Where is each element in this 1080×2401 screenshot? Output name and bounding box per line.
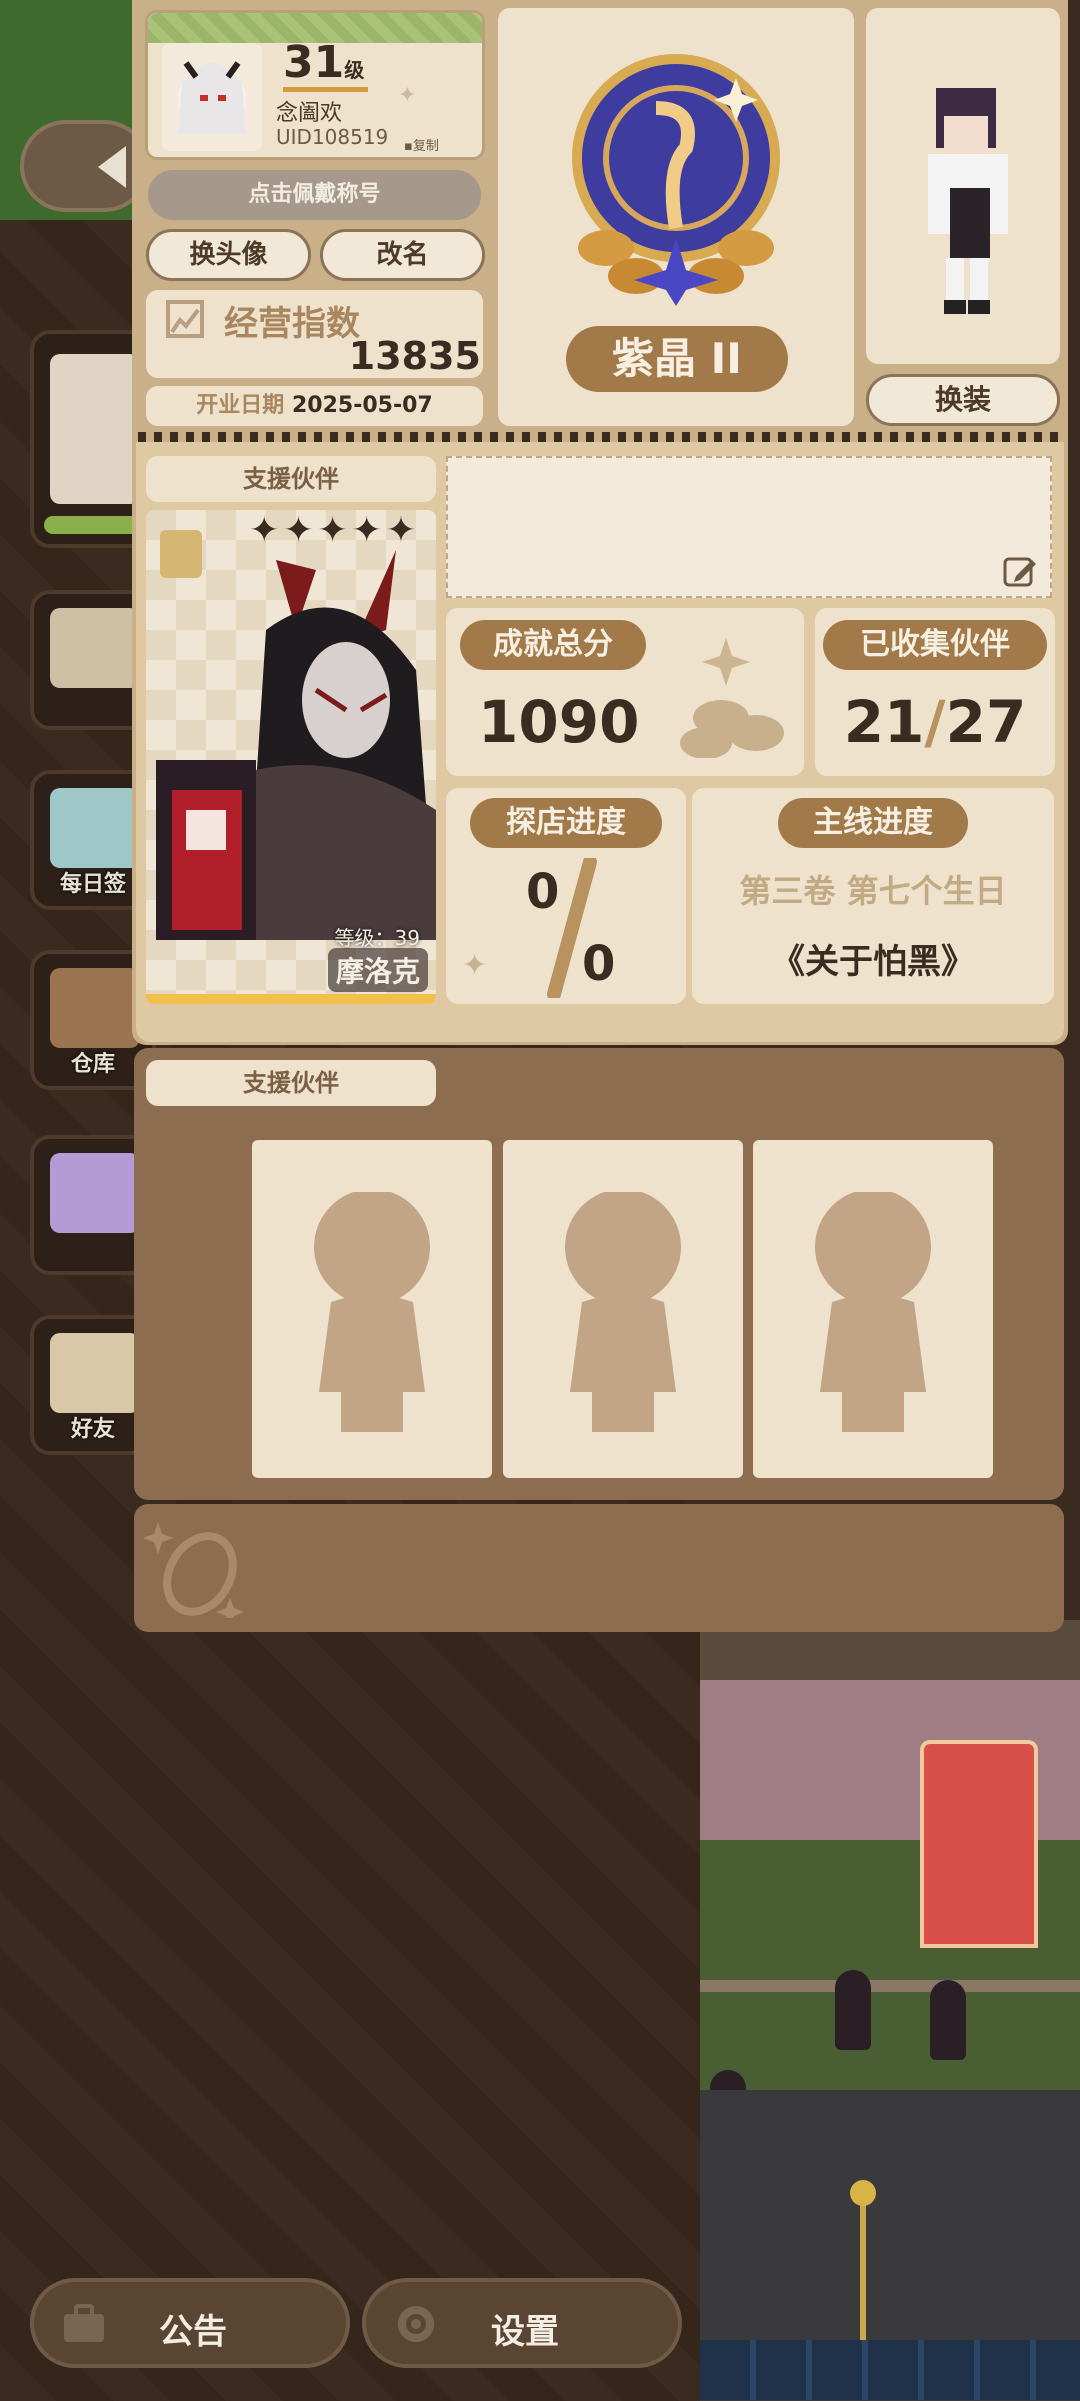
collected-total: 27 — [945, 688, 1027, 756]
collected-separator: / — [924, 688, 946, 756]
support-slot-3[interactable] — [753, 1140, 993, 1478]
story-label: 主线进度 — [778, 798, 968, 848]
story-chapter: 第三卷 第七个生日 — [739, 872, 1007, 910]
signature-box[interactable] — [446, 456, 1052, 598]
outfit-card — [866, 8, 1060, 364]
open-date-value: 2025-05-07 — [291, 393, 433, 418]
shop-icon — [50, 608, 140, 688]
back-arrow-icon — [98, 146, 126, 188]
open-date-label: 开业日期 — [196, 393, 285, 418]
change-avatar-button[interactable]: 换头像 — [146, 229, 311, 281]
business-index-value: 13835 — [348, 334, 481, 378]
gear-icon — [398, 2306, 434, 2342]
player-card: 31级 念阖欢 UID108519 ▪复制 ✦ — [145, 10, 485, 160]
character-sprite-icon — [928, 88, 1008, 314]
explore-progress-card: 探店进度 0 0 ✦ — [446, 788, 686, 1004]
explore-total: 0 — [582, 936, 616, 992]
open-date-card: 开业日期 2025-05-07 — [146, 386, 483, 426]
business-index-label: 经营指数 — [224, 304, 360, 344]
business-index-card: 经营指数 13835 — [146, 290, 483, 378]
support-slot-1[interactable] — [252, 1140, 492, 1478]
street-lamp — [850, 2180, 876, 2360]
main-story-card: 主线进度 第三卷 第七个生日 《关于怕黑》 — [692, 788, 1054, 1004]
partner-level: 等级：39 — [334, 926, 420, 950]
collected-have: 21 — [843, 688, 925, 756]
partner-name: 摩洛克 — [327, 948, 428, 992]
copy-icon: ▪ — [404, 139, 413, 154]
achievement-score-card: 成就总分 1090 — [446, 608, 804, 776]
warehouse-icon — [50, 968, 140, 1048]
rank-emblem-icon — [572, 54, 780, 306]
empty-slot-silhouette-icon — [314, 1192, 430, 1432]
story-title: 《关于怕黑》 — [771, 942, 975, 982]
level-unit: 级 — [344, 58, 365, 82]
player-uid: UID108519 — [276, 125, 389, 149]
sparkle-icon: ✦ — [398, 83, 417, 108]
collected-partners-card: 已收集伙伴 21/27 — [815, 608, 1055, 776]
party-popper-icon — [50, 1153, 140, 1233]
calendar-icon — [50, 788, 140, 868]
npc-figure — [835, 1970, 871, 2050]
briefcase-icon — [64, 2304, 104, 2342]
avatar[interactable] — [162, 43, 262, 151]
player-name: 念阖欢 — [276, 101, 343, 126]
rank-card: 紫晶 II — [498, 8, 854, 426]
footer-decor-panel — [134, 1504, 1064, 1632]
achievement-label: 成就总分 — [460, 620, 646, 670]
edit-icon[interactable] — [1002, 554, 1038, 590]
avatar-portrait-icon — [178, 61, 246, 133]
divider — [138, 432, 1062, 442]
support-partner-card[interactable]: ✦✦✦✦✦ 等级：39 摩洛克 — [146, 510, 436, 1004]
explore-label: 探店进度 — [470, 798, 662, 848]
support-section-label: 支援伙伴 — [146, 456, 436, 502]
notice-button[interactable]: 公告 — [30, 2278, 350, 2368]
coffee-bean-icon — [144, 1522, 244, 1618]
street-scene — [700, 1620, 1080, 2401]
collected-label: 已收集伙伴 — [823, 620, 1047, 670]
cats-icon — [50, 1333, 140, 1413]
coffee-beans-icon — [680, 638, 784, 758]
achievement-value: 1090 — [478, 688, 640, 756]
npc-figure — [930, 1980, 966, 2060]
change-outfit-button[interactable]: 换装 — [866, 374, 1060, 426]
empty-slot-silhouette-icon — [815, 1192, 931, 1432]
support-slot-2[interactable] — [503, 1140, 743, 1478]
copy-uid-button[interactable]: ▪复制 — [404, 135, 439, 154]
equip-title-button[interactable]: 点击佩戴称号 — [148, 170, 481, 220]
empty-slot-silhouette-icon — [565, 1192, 681, 1432]
back-button[interactable] — [20, 120, 150, 212]
support2-section-label: 支援伙伴 — [146, 1060, 436, 1106]
rank-label: 紫晶 II — [566, 326, 788, 392]
vending-stall — [920, 1740, 1038, 1948]
sparkle-icon: ✦ — [462, 948, 488, 983]
rename-button[interactable]: 改名 — [320, 229, 485, 281]
chart-icon — [166, 300, 204, 338]
settings-button[interactable]: 设置 — [362, 2278, 682, 2368]
player-level: 31 — [283, 37, 345, 88]
